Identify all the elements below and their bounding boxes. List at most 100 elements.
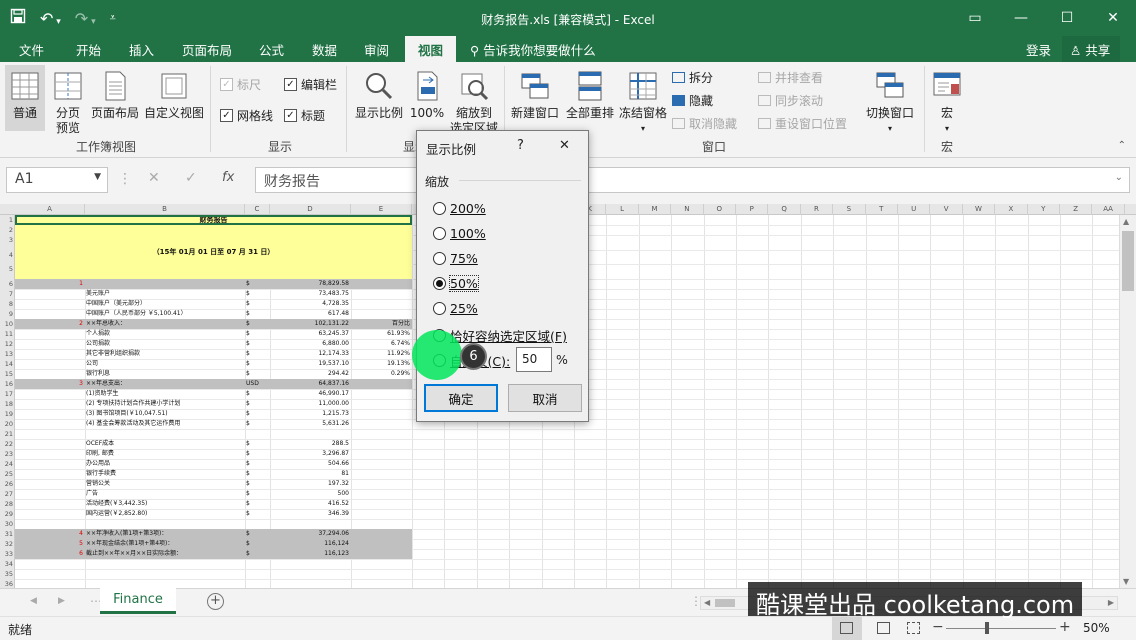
cell-b[interactable]: 个人捐款 bbox=[86, 329, 244, 339]
row-header[interactable]: 9 bbox=[0, 309, 15, 319]
column-header-v[interactable]: V bbox=[930, 204, 963, 215]
column-header-y[interactable]: Y bbox=[1028, 204, 1060, 215]
zoom-out-icon[interactable]: − bbox=[932, 619, 944, 635]
collapse-ribbon-icon[interactable]: ⌃ bbox=[1118, 140, 1126, 151]
cell-e[interactable]: 19.13% bbox=[352, 359, 410, 369]
cell-b[interactable]: 其它非营利组织捐款 bbox=[86, 349, 244, 359]
column-header-m[interactable]: M bbox=[639, 204, 672, 215]
cell-c[interactable]: $ bbox=[246, 439, 270, 449]
column-header-z[interactable]: Z bbox=[1060, 204, 1093, 215]
column-header-l[interactable]: L bbox=[606, 204, 639, 215]
row-header[interactable]: 10 bbox=[0, 319, 15, 329]
row-header[interactable]: 21 bbox=[0, 429, 15, 439]
row-header[interactable]: 5 bbox=[0, 264, 15, 274]
cell-b[interactable]: 公司 bbox=[86, 359, 244, 369]
row-header[interactable]: 17 bbox=[0, 389, 15, 399]
cell-b[interactable]: 中国账户（美元部分） bbox=[86, 299, 244, 309]
cell-b[interactable]: (2) 专项扶持计划合作共建小学计划 bbox=[86, 399, 244, 409]
column-header-s[interactable]: S bbox=[833, 204, 866, 215]
column-header-o[interactable]: O bbox=[704, 204, 736, 215]
cell-e[interactable]: 0.29% bbox=[352, 369, 410, 379]
cell-b[interactable]: OCEF成本 bbox=[86, 439, 244, 449]
cell-d[interactable]: 288.5 bbox=[271, 439, 349, 449]
dialog-help-button[interactable]: ? bbox=[517, 138, 524, 153]
cell-a[interactable]: 1 bbox=[15, 279, 83, 289]
cell-d[interactable]: 6,880.00 bbox=[271, 339, 349, 349]
tab-home[interactable]: 开始 bbox=[76, 40, 101, 59]
row-header[interactable]: 36 bbox=[0, 579, 15, 588]
row-header[interactable]: 19 bbox=[0, 409, 15, 419]
cell-c[interactable]: $ bbox=[246, 309, 270, 319]
page-break-status-icon[interactable] bbox=[907, 622, 920, 634]
cell-d[interactable]: 346.39 bbox=[271, 509, 349, 519]
cell-b[interactable]: ××年现金结余(第1项+第4项)： bbox=[86, 539, 244, 549]
cell-a[interactable]: 4 bbox=[15, 529, 83, 539]
insert-function-icon[interactable]: fx bbox=[222, 170, 234, 185]
cell-c[interactable]: $ bbox=[246, 349, 270, 359]
row-header[interactable]: 3 bbox=[0, 235, 15, 245]
cell-b[interactable]: 银行手续费 bbox=[86, 469, 244, 479]
cell-b[interactable]: 营销公关 bbox=[86, 479, 244, 489]
name-box[interactable]: A1 ▼ bbox=[6, 167, 108, 193]
row-header[interactable]: 33 bbox=[0, 549, 15, 559]
freeze-panes-button[interactable]: 冻结窗格 ▾ bbox=[616, 70, 670, 136]
enter-icon[interactable]: ✓ bbox=[185, 170, 197, 186]
cell-e[interactable]: 6.74% bbox=[352, 339, 410, 349]
cancel-icon[interactable]: ✕ bbox=[148, 170, 160, 186]
cell-e[interactable]: 61.93% bbox=[352, 329, 410, 339]
cell-c[interactable]: $ bbox=[246, 529, 270, 539]
cell-d[interactable]: 416.52 bbox=[271, 499, 349, 509]
headings-checkbox[interactable]: ✓ 标题 bbox=[284, 107, 325, 124]
tab-view[interactable]: 视图 bbox=[405, 36, 457, 62]
cell-c[interactable]: $ bbox=[246, 419, 270, 429]
ribbon-display-options-icon[interactable]: ▭ bbox=[952, 0, 998, 36]
column-header-w[interactable]: W bbox=[963, 204, 996, 215]
zoom-200-radio[interactable]: 200% bbox=[433, 201, 486, 216]
cell-b[interactable]: ××年净收入(第1项+第3项)： bbox=[86, 529, 244, 539]
switch-windows-button[interactable]: 切换窗口 ▾ bbox=[862, 70, 918, 136]
row-header[interactable]: 29 bbox=[0, 509, 15, 519]
cell-c[interactable]: $ bbox=[246, 389, 270, 399]
new-window-button[interactable]: 新建窗口 bbox=[508, 70, 562, 121]
cell-b[interactable]: 中国账户（人民币部分 ￥5,100.41） bbox=[86, 309, 244, 319]
column-header-u[interactable]: U bbox=[898, 204, 931, 215]
cell-b[interactable]: 印刷, 邮费 bbox=[86, 449, 244, 459]
cell-b[interactable]: (1)资助学生 bbox=[86, 389, 244, 399]
cell-b[interactable]: 美元账户 bbox=[86, 289, 244, 299]
cell-c[interactable]: $ bbox=[246, 539, 270, 549]
share-button[interactable]: ♙ 共享 bbox=[1062, 36, 1121, 62]
row-header[interactable]: 7 bbox=[0, 289, 15, 299]
custom-zoom-input[interactable]: 50 bbox=[516, 347, 552, 372]
row-header[interactable]: 12 bbox=[0, 339, 15, 349]
cell-c[interactable]: $ bbox=[246, 279, 270, 289]
cell-e[interactable]: 11.92% bbox=[352, 349, 410, 359]
zoom-slider[interactable] bbox=[946, 628, 1056, 629]
cell-d[interactable]: 102,131.22 bbox=[271, 319, 349, 329]
redo-icon[interactable]: ↷ ▾ bbox=[75, 9, 96, 28]
close-button[interactable]: ✕ bbox=[1090, 0, 1136, 36]
normal-view-button[interactable]: 普通 bbox=[5, 65, 45, 131]
chevron-down-icon[interactable]: ▼ bbox=[94, 172, 101, 182]
sign-in-link[interactable]: 登录 bbox=[1026, 40, 1051, 59]
column-header-aa[interactable]: AA bbox=[1092, 204, 1125, 215]
custom-views-button[interactable]: 自定义视图 bbox=[143, 70, 205, 121]
cell-c[interactable]: $ bbox=[246, 479, 270, 489]
selected-cell-a1[interactable] bbox=[15, 215, 412, 225]
scroll-down-icon[interactable]: ▼ bbox=[1123, 577, 1129, 586]
macros-button[interactable]: 宏 ▾ bbox=[928, 70, 966, 136]
tab-formulas[interactable]: 公式 bbox=[259, 40, 284, 59]
row-header[interactable]: 14 bbox=[0, 359, 15, 369]
cell-b[interactable]: 公司捐款 bbox=[86, 339, 244, 349]
zoom-75-radio[interactable]: 75% bbox=[433, 251, 478, 266]
scroll-left-icon[interactable]: ◀ bbox=[704, 598, 710, 607]
hide-button[interactable]: 隐藏 bbox=[672, 92, 713, 109]
gridlines-checkbox[interactable]: ✓ 网格线 bbox=[220, 107, 273, 124]
sheet-tab-finance[interactable]: Finance bbox=[100, 588, 176, 614]
ok-button[interactable]: 确定 bbox=[424, 384, 498, 412]
row-header[interactable]: 8 bbox=[0, 299, 15, 309]
row-header[interactable]: 13 bbox=[0, 349, 15, 359]
column-header-q[interactable]: Q bbox=[768, 204, 801, 215]
row-header[interactable]: 25 bbox=[0, 469, 15, 479]
cell-a[interactable]: 6 bbox=[15, 549, 83, 559]
row-header[interactable]: 35 bbox=[0, 569, 15, 579]
